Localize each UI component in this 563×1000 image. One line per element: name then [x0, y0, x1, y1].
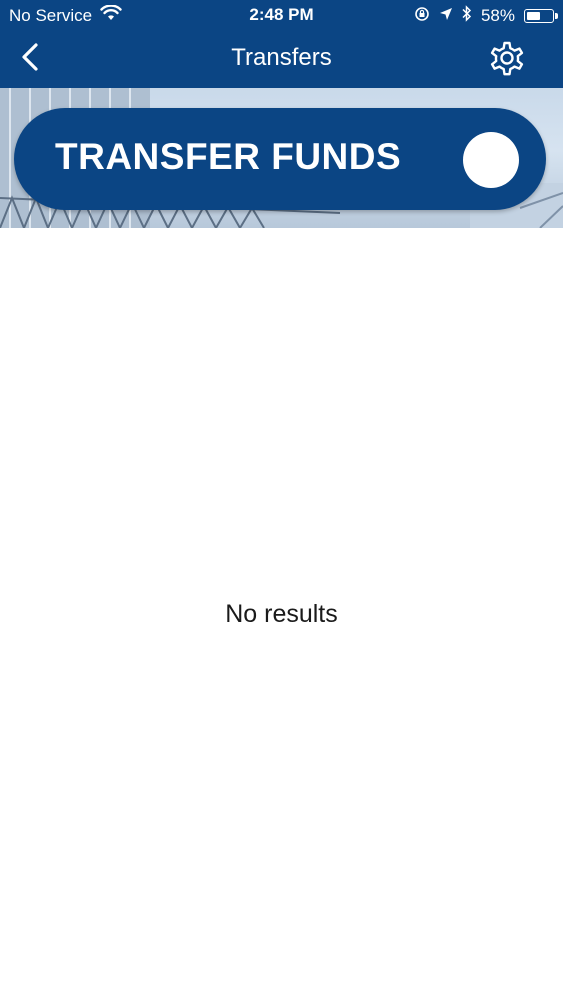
battery-fill — [527, 12, 540, 20]
empty-state-message: No results — [225, 600, 338, 628]
nav-bar: Transfers — [0, 30, 563, 88]
transfer-funds-label: TRANSFER FUNDS — [55, 136, 402, 177]
page-title: Transfers — [231, 44, 332, 71]
gear-icon — [487, 38, 527, 83]
location-arrow-icon — [439, 6, 453, 26]
status-bar: No Service 2:48 PM 58% — [0, 0, 563, 30]
battery-percent: 58% — [480, 6, 515, 25]
bluetooth-icon — [462, 5, 472, 27]
orientation-lock-icon — [414, 6, 430, 27]
transfer-funds-button[interactable]: TRANSFER FUNDS — [14, 108, 546, 210]
status-right: 58% — [414, 5, 558, 27]
transfer-toggle-knob — [463, 132, 519, 188]
hero-banner: TRANSFER FUNDS — [0, 88, 563, 228]
transfers-screen: No Service 2:48 PM 58% Transfers TRANSFE… — [0, 0, 563, 1000]
settings-button[interactable] — [485, 38, 529, 82]
battery-tip — [555, 13, 558, 19]
battery-icon — [524, 9, 558, 23]
